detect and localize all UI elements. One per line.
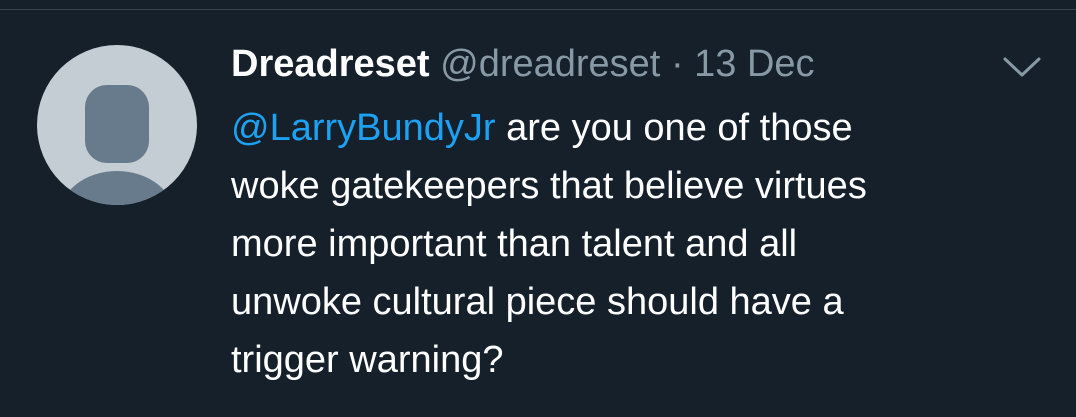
author-name[interactable]: Dreadreset	[231, 43, 430, 85]
header-separator: ·	[670, 43, 684, 85]
author-handle[interactable]: @dreadreset	[440, 43, 660, 85]
tweet-text-line: @LarryBundyJr are you one of those	[231, 99, 991, 157]
tweet-text-line: woke gatekeepers that believe virtues	[231, 165, 867, 207]
avatar[interactable]	[37, 45, 197, 205]
tweet-date[interactable]: 13 Dec	[694, 43, 814, 85]
tweet-text-line: trigger warning?	[231, 339, 504, 381]
chevron-down-icon	[1003, 57, 1041, 77]
default-avatar-icon	[61, 85, 173, 205]
tweet[interactable]: Dreadreset @dreadreset · 13 Dec @LarryBu…	[0, 10, 1076, 417]
tweet-text: @LarryBundyJr are you one of those woke …	[231, 99, 991, 389]
tweet-text-segment: are you one of those	[495, 107, 853, 149]
tweet-header: Dreadreset @dreadreset · 13 Dec	[231, 40, 815, 88]
tweet-text-line: more important than talent and all	[231, 223, 798, 265]
tweet-text-line: unwoke cultural piece should have a	[231, 281, 844, 323]
tweet-menu-button[interactable]	[1000, 50, 1044, 80]
mention-link[interactable]: @LarryBundyJr	[231, 107, 496, 149]
